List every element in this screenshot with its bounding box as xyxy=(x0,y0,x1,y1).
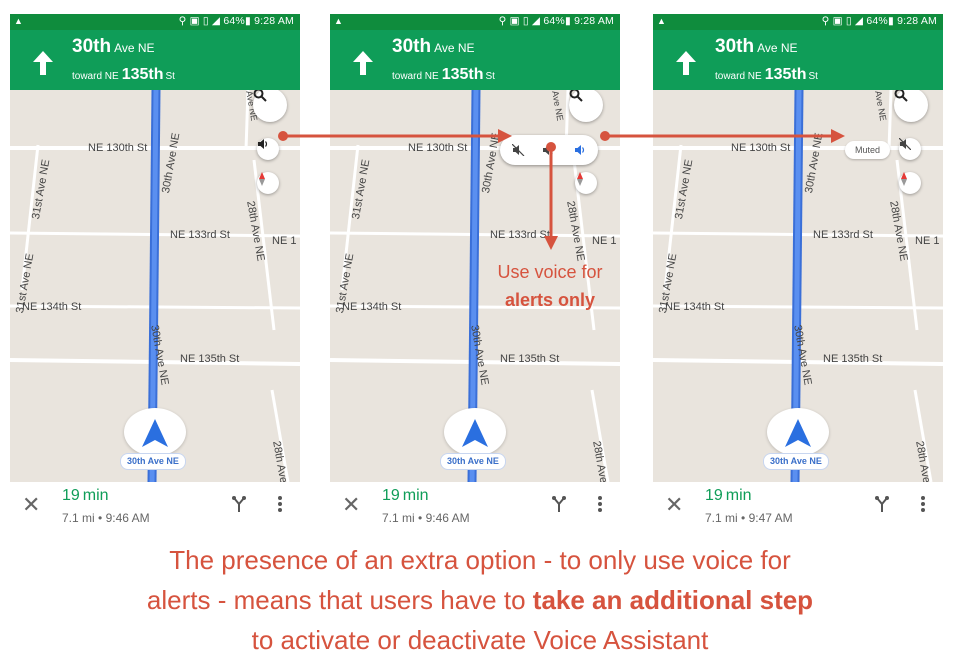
arrow-head xyxy=(831,129,845,143)
arrow-head xyxy=(544,236,558,250)
annotation-label: Use voice for alerts only xyxy=(497,262,603,310)
caption: The presence of an extra option - to onl… xyxy=(146,545,814,655)
arrow-head xyxy=(498,129,512,143)
